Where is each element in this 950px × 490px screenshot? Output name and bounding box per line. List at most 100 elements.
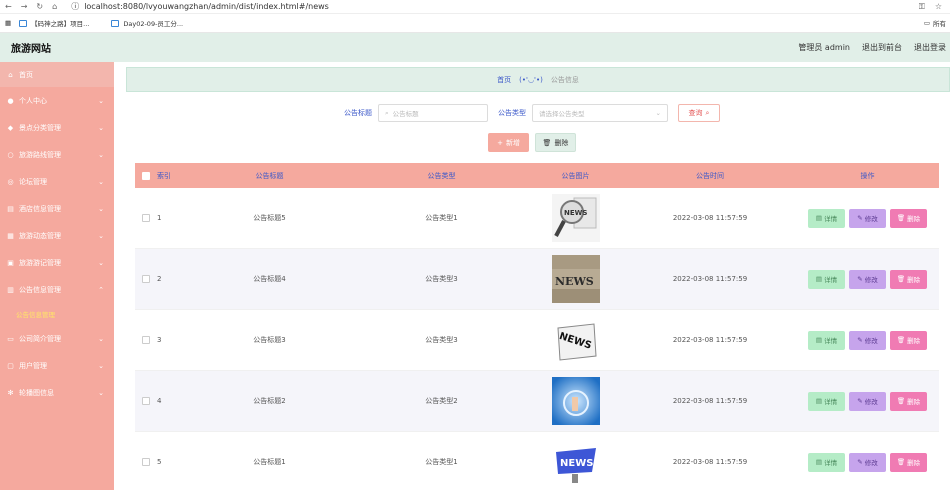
type-select[interactable]: 请选择公告类型 ⌄ <box>532 104 668 122</box>
home-icon[interactable]: ⌂ <box>52 2 57 11</box>
sidebar-item-travel-notes[interactable]: ▣ 旅游游记管理 ⌄ <box>0 249 114 276</box>
document-icon: ▤ <box>815 214 823 222</box>
trash-icon: 🗑 <box>542 138 552 147</box>
bookmarks-bar: ▦ 【码神之路】项目... Day02-09-员工分... ▭ 所有 <box>0 14 950 33</box>
settings-icon: ✻ <box>7 388 14 397</box>
sidebar-item-home[interactable]: ⌂ 首页 <box>0 62 114 87</box>
add-button[interactable]: + 新增 <box>488 133 529 152</box>
sidebar-subitem-announcements[interactable]: 公告信息管理 <box>0 303 114 325</box>
plus-icon: + <box>497 138 503 147</box>
pencil-icon: ✎ <box>857 336 863 344</box>
row-title: 公告标题3 <box>253 336 286 344</box>
browser-toolbar: ← → ↻ ⌂ ⓘ localhost:8080/lvyouwangzhan/a… <box>0 0 950 14</box>
svg-text:NEWS: NEWS <box>564 209 587 217</box>
to-front-link[interactable]: 退出到前台 <box>862 42 902 53</box>
apps-grid-icon[interactable]: ▦ <box>5 19 11 27</box>
bookmark-folder-icon <box>19 19 28 27</box>
sidebar-item-scenic-category[interactable]: ◆ 景点分类管理 ⌄ <box>0 114 114 141</box>
row-type: 公告类型2 <box>425 397 458 405</box>
chevron-down-icon: ⌄ <box>98 361 104 370</box>
row-checkbox[interactable] <box>142 458 150 466</box>
edit-button[interactable]: ✎ 修改 <box>849 391 886 411</box>
row-time: 2022-03-08 11:57:59 <box>672 214 748 222</box>
chevron-down-icon: ⌄ <box>98 96 104 105</box>
search-button[interactable]: 查询 ⌕ <box>678 104 720 122</box>
app-header: 旅游网站 管理员 admin 退出到前台 退出登录 <box>0 33 950 62</box>
table-row: 3 公告标题3 公告类型3 NEWS 2022-03-08 11:57:59 ▤… <box>135 310 939 371</box>
sidebar-item-forum[interactable]: ◎ 论坛管理 ⌄ <box>0 168 114 195</box>
key-icon[interactable]: ⚿ <box>919 2 925 12</box>
title-label: 公告标题 <box>344 109 372 117</box>
users-icon: ▢ <box>7 361 14 370</box>
home-icon: ⌂ <box>8 70 13 79</box>
chevron-up-icon: ⌃ <box>98 285 104 294</box>
bookmark-item[interactable]: Day02-09-员工分... <box>111 18 183 28</box>
svg-text:NEWS: NEWS <box>555 275 594 288</box>
chevron-down-icon: ⌄ <box>98 150 104 159</box>
forward-icon[interactable]: → <box>21 2 28 11</box>
view-button[interactable]: ▤ 详情 <box>808 330 845 350</box>
sidebar-item-announcements[interactable]: ▥ 公告信息管理 ⌃ <box>0 276 114 303</box>
edit-button[interactable]: ✎ 修改 <box>849 269 886 289</box>
folder-icon: ▭ <box>923 19 930 27</box>
title-search-input[interactable]: ⌕ 公告标题 <box>378 104 488 122</box>
view-button[interactable]: ▤ 详情 <box>808 208 845 228</box>
delete-button[interactable]: 🗑 删除 <box>890 330 927 350</box>
view-button[interactable]: ▤ 详情 <box>808 269 845 289</box>
delete-button[interactable]: 🗑 删除 <box>890 391 927 411</box>
edit-button[interactable]: ✎ 修改 <box>849 452 886 472</box>
select-all-checkbox[interactable] <box>142 171 150 180</box>
sidebar-item-profile[interactable]: ● 个人中心 ⌄ <box>0 87 114 114</box>
back-icon[interactable]: ← <box>5 2 12 11</box>
search-icon: ⌕ <box>385 108 389 117</box>
document-icon: ▤ <box>815 397 823 405</box>
bookmark-item[interactable]: 【码神之路】项目... <box>19 18 89 28</box>
column-header: 公告标题 <box>255 171 284 180</box>
sidebar: ⌂ 首页 ● 个人中心 ⌄ ◆ 景点分类管理 ⌄ ○ 旅游路线管理 ⌄ ◎ 论坛… <box>0 62 114 490</box>
sidebar-item-users[interactable]: ▢ 用户管理 ⌄ <box>0 352 114 379</box>
star-icon[interactable]: ☆ <box>935 2 942 12</box>
row-checkbox[interactable] <box>142 275 150 283</box>
sidebar-item-news-dynamics[interactable]: ▦ 旅游动态管理 ⌄ <box>0 222 114 249</box>
chevron-down-icon: ⌄ <box>98 231 104 240</box>
news-thumbnail: NEWS <box>551 316 600 364</box>
breadcrumb-home[interactable]: 首页 <box>497 75 511 85</box>
edit-button[interactable]: ✎ 修改 <box>849 330 886 350</box>
sidebar-item-carousel[interactable]: ✻ 轮播图信息 ⌄ <box>0 379 114 406</box>
row-checkbox[interactable] <box>142 336 150 344</box>
row-index: 1 <box>157 214 162 222</box>
delete-button[interactable]: 🗑 删除 <box>890 269 927 289</box>
delete-button[interactable]: 🗑 删除 <box>890 208 927 228</box>
sidebar-item-routes[interactable]: ○ 旅游路线管理 ⌄ <box>0 141 114 168</box>
trash-icon: 🗑 <box>896 458 906 466</box>
row-index: 4 <box>157 397 162 405</box>
edit-button[interactable]: ✎ 修改 <box>849 208 886 228</box>
search-form: 公告标题 ⌕ 公告标题 公告类型 请选择公告类型 ⌄ 查询 ⌕ <box>114 104 950 122</box>
table-row: 5 公告标题1 公告类型1 NEWS 2022-03-08 11:57:59 ▤… <box>135 432 939 490</box>
logout-link[interactable]: 退出登录 <box>914 42 946 53</box>
batch-delete-button[interactable]: 🗑 删除 <box>535 133 576 152</box>
reload-icon[interactable]: ↻ <box>36 2 43 11</box>
news-thumbnail: NEWS <box>551 194 600 242</box>
trash-icon: 🗑 <box>896 336 906 344</box>
view-button[interactable]: ▤ 详情 <box>808 452 845 472</box>
all-bookmarks[interactable]: ▭ 所有 <box>924 18 950 28</box>
row-type: 公告类型1 <box>425 214 458 222</box>
site-info-icon[interactable]: ⓘ <box>71 1 79 12</box>
row-checkbox[interactable] <box>142 397 150 405</box>
sidebar-item-hotel[interactable]: ▤ 酒店信息管理 ⌄ <box>0 195 114 222</box>
delete-button[interactable]: 🗑 删除 <box>890 452 927 472</box>
view-button[interactable]: ▤ 详情 <box>808 391 845 411</box>
svg-text:NEWS: NEWS <box>560 458 593 469</box>
breadcrumb-separator: (•'◡'•) <box>519 75 543 84</box>
news-thumbnail: NEWS <box>551 438 600 486</box>
sidebar-item-company[interactable]: ▭ 公司简介管理 ⌄ <box>0 325 114 352</box>
row-index: 2 <box>157 275 162 283</box>
chevron-down-icon: ⌄ <box>98 177 104 186</box>
chevron-down-icon: ⌄ <box>98 204 104 213</box>
row-checkbox[interactable] <box>142 214 150 222</box>
address-bar[interactable]: localhost:8080/lvyouwangzhan/admin/dist/… <box>84 2 329 11</box>
action-buttons: + 新增 🗑 删除 <box>114 133 950 152</box>
trash-icon: 🗑 <box>896 275 906 283</box>
bookmark-folder-icon <box>111 19 120 27</box>
